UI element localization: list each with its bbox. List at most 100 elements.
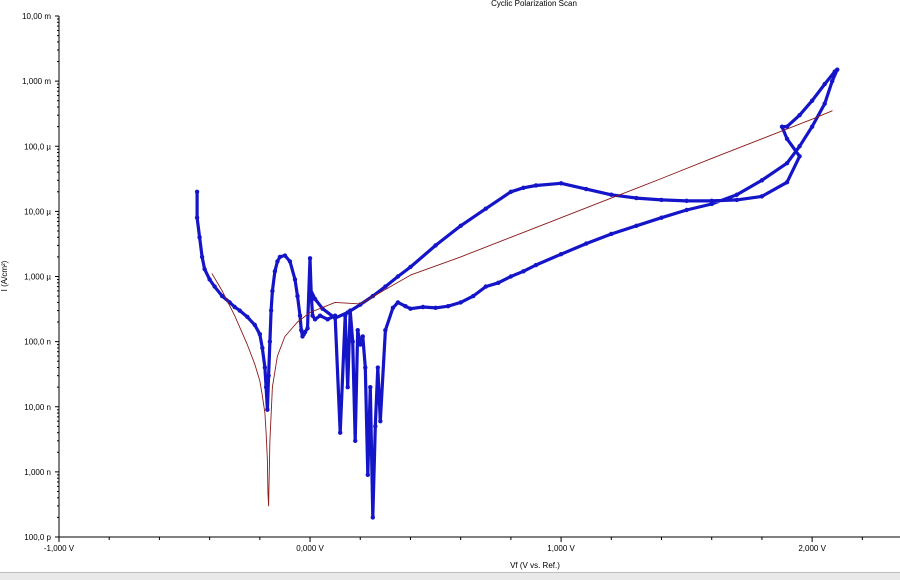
- data-point: [395, 300, 401, 305]
- series-group: [194, 67, 840, 520]
- chart-title: Cyclic Polarization Scan: [491, 0, 577, 8]
- y-tick-label: 10,00 µ: [24, 207, 51, 216]
- data-point: [267, 339, 273, 344]
- data-point: [609, 192, 614, 197]
- data-point: [358, 342, 363, 347]
- data-point: [445, 303, 451, 309]
- x-tick-label: -1,000 V: [44, 544, 75, 553]
- data-point: [307, 286, 313, 291]
- data-point: [202, 266, 207, 272]
- data-point: [365, 472, 370, 478]
- data-point: [609, 231, 614, 237]
- data-point: [350, 339, 355, 344]
- data-point: [353, 438, 358, 444]
- data-point: [797, 144, 802, 149]
- data-point: [312, 296, 318, 302]
- data-point: [390, 305, 396, 311]
- data-point: [309, 293, 314, 299]
- data-point: [684, 198, 689, 204]
- data-point: [734, 192, 740, 197]
- data-point: [634, 195, 639, 201]
- data-point: [257, 332, 263, 337]
- data-point: [634, 223, 639, 229]
- data-point: [408, 264, 413, 270]
- data-point: [194, 189, 200, 194]
- data-point: [471, 293, 476, 299]
- y-tick-label: 1,000 n: [24, 468, 51, 477]
- y-tick-label: 100,0 p: [24, 533, 51, 542]
- data-point: [383, 327, 388, 333]
- y-tick-label: 1,000 m: [22, 77, 51, 86]
- data-point: [207, 277, 212, 282]
- data-point: [270, 288, 275, 294]
- data-point: [483, 206, 488, 211]
- data-point: [458, 223, 463, 229]
- data-point: [378, 418, 383, 424]
- data-point: [310, 313, 315, 318]
- data-point: [759, 178, 765, 183]
- data-point: [373, 424, 378, 429]
- data-point: [370, 515, 376, 520]
- data-point: [275, 259, 280, 264]
- data-point: [408, 306, 413, 311]
- data-point: [797, 112, 802, 118]
- data-point: [292, 277, 298, 282]
- data-point: [260, 345, 265, 351]
- data-point: [533, 183, 539, 188]
- x-tick-label: 0,000 V: [296, 544, 324, 553]
- x-axis-ticks: -1,000 V 0,000 V 1,000 V 2,000 V: [44, 537, 863, 553]
- data-point: [363, 365, 368, 370]
- data-point: [558, 251, 564, 257]
- data-point: [265, 407, 270, 412]
- data-point: [282, 253, 288, 258]
- data-point: [295, 293, 300, 299]
- data-point: [734, 197, 740, 203]
- data-point: [709, 198, 714, 204]
- data-point: [508, 274, 514, 279]
- data-point: [822, 81, 827, 87]
- data-point: [297, 313, 303, 318]
- data-point: [368, 384, 373, 390]
- x-tick-label: 1,000 V: [547, 544, 575, 553]
- data-point: [237, 308, 242, 313]
- data-series-line: [195, 68, 839, 520]
- x-axis-title: Vf (V vs. Ref.): [510, 561, 560, 570]
- data-point: [759, 194, 765, 199]
- data-point: [779, 124, 785, 129]
- data-point: [496, 280, 501, 286]
- data-point: [830, 78, 835, 84]
- data-point: [263, 384, 269, 390]
- data-point: [299, 327, 304, 333]
- data-point: [684, 207, 689, 213]
- data-point: [483, 284, 488, 289]
- data-point: [784, 160, 790, 166]
- data-point: [508, 189, 514, 194]
- data-point: [345, 384, 350, 390]
- data-point: [433, 243, 438, 248]
- data-point: [433, 305, 438, 311]
- data-point: [277, 254, 283, 260]
- cyclic-polarization-chart: Cyclic Polarization Scan 10,00 m1,000 m1…: [0, 0, 900, 570]
- data-point: [809, 124, 815, 129]
- data-point: [307, 256, 313, 261]
- data-point: [232, 304, 237, 310]
- y-tick-label: 100,0 n: [24, 338, 51, 347]
- data-point: [659, 215, 664, 220]
- fit-series-line: [211, 110, 833, 507]
- data-point: [533, 262, 539, 268]
- data-point: [809, 98, 815, 103]
- data-point: [266, 373, 271, 378]
- data-point: [317, 313, 323, 318]
- data-point: [194, 215, 200, 220]
- data-point: [784, 180, 790, 185]
- data-point: [360, 334, 365, 339]
- data-point: [784, 136, 790, 142]
- x-tick-label: 2,000 V: [798, 544, 826, 553]
- data-point: [822, 101, 827, 106]
- data-point: [583, 186, 589, 192]
- data-point: [832, 69, 837, 74]
- y-axis-title: I (A/cm²): [0, 260, 9, 291]
- data-point: [312, 317, 318, 322]
- data-point: [395, 274, 401, 279]
- data-point: [583, 241, 589, 246]
